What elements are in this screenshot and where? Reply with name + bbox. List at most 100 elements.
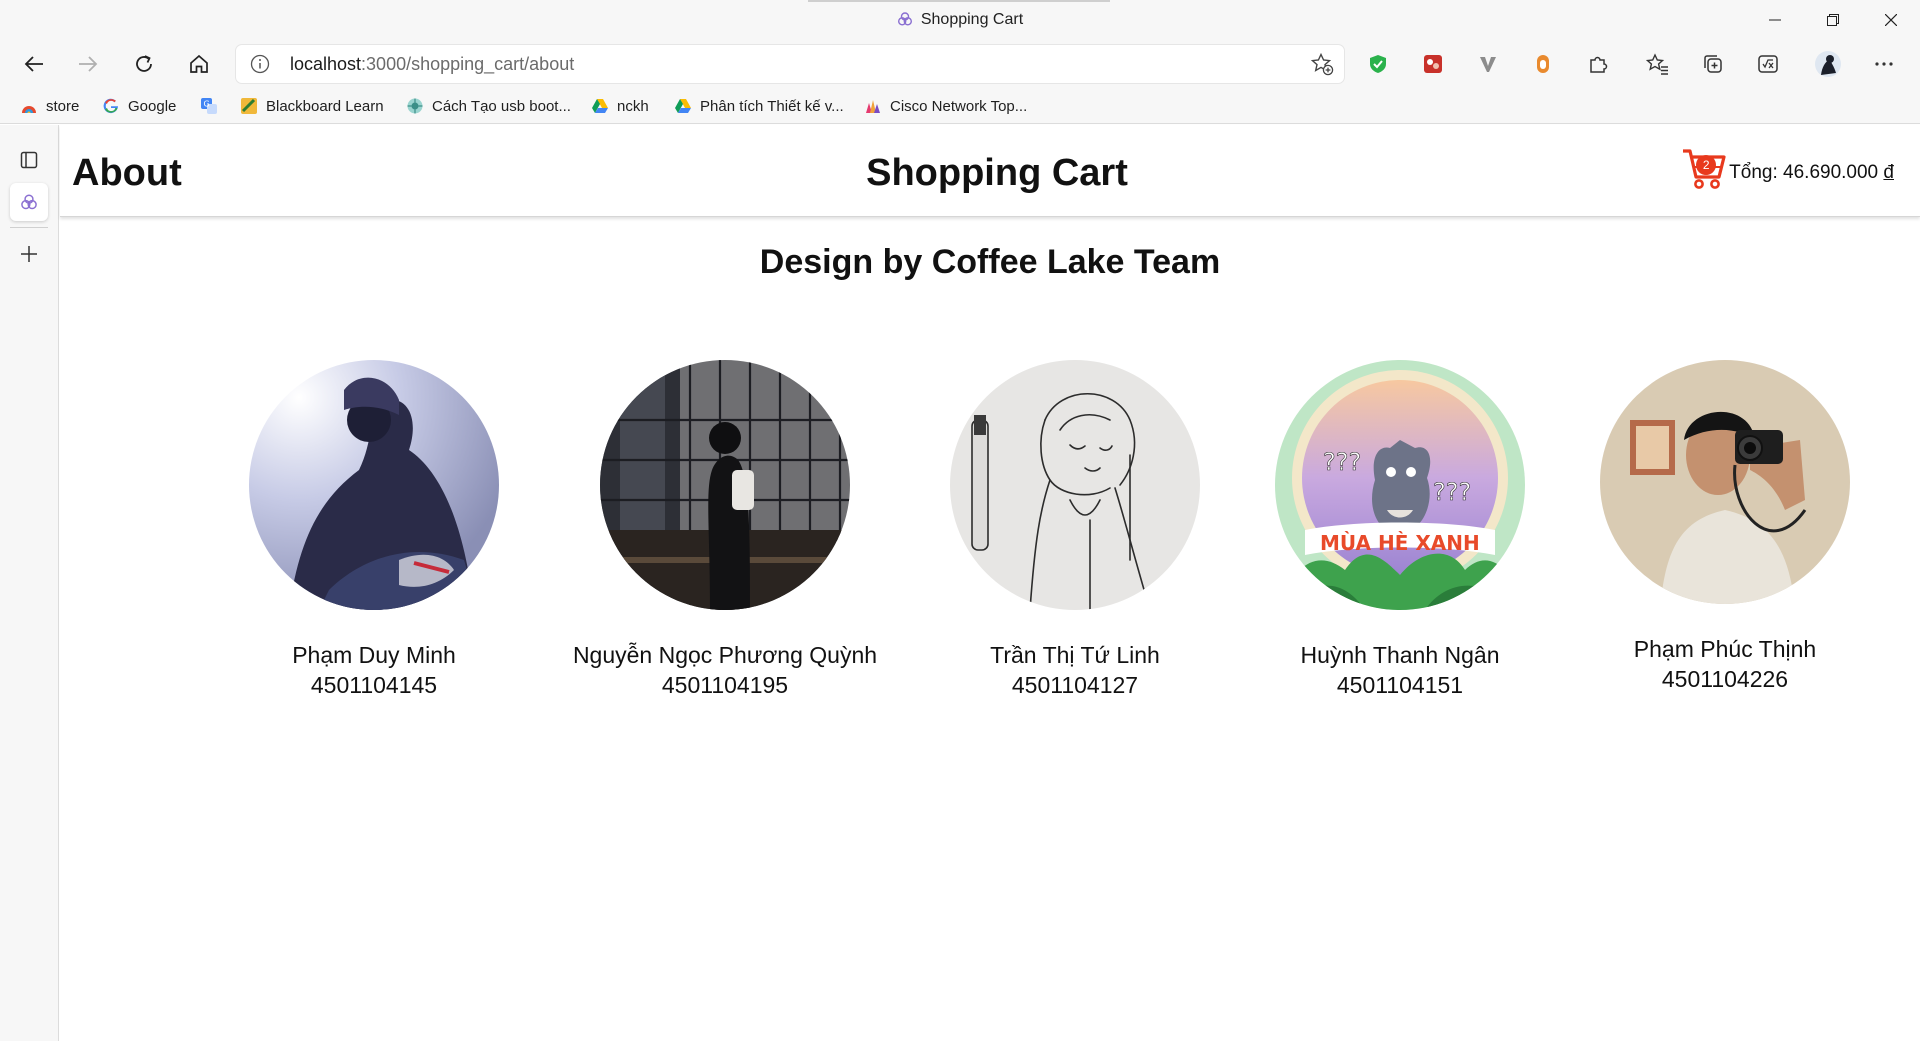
extension-shield-button[interactable] (1360, 46, 1396, 82)
bookmark-google[interactable]: Google (102, 95, 176, 117)
avatar (1815, 51, 1841, 77)
photo-caption-q1: ??? (1323, 448, 1361, 476)
restore-button[interactable] (1806, 0, 1860, 40)
puzzle-icon (1590, 56, 1608, 73)
tabs-icon (20, 151, 38, 169)
url-path: :3000/shopping_cart/about (361, 54, 575, 74)
new-tab-button[interactable] (10, 235, 48, 273)
window-title: Shopping Cart (0, 11, 1920, 29)
collections-button[interactable] (1695, 46, 1731, 82)
member-name: Phạm Phúc Thịnh (1633, 636, 1817, 662)
close-window-button[interactable] (1864, 0, 1918, 40)
add-favorite-icon[interactable] (1310, 52, 1334, 76)
member-name: Huỳnh Thanh Ngân (1300, 642, 1500, 668)
member-photo-image: ??? ??? MÙA HÈ XANH (1275, 360, 1525, 610)
arrow-right-icon (79, 56, 98, 72)
cart-summary[interactable]: 2 Tổng: 46.690.000 đ (1681, 147, 1894, 191)
bookmark-usb-boot[interactable]: Cách Tạo usb boot... (406, 95, 571, 117)
app-logo-icon (897, 12, 912, 26)
math-solver-icon (1758, 55, 1778, 73)
member-id: 4501104151 (1336, 672, 1464, 698)
sidebar-divider (10, 227, 48, 228)
member-id: 4501104127 (1011, 672, 1139, 698)
puzzle-red-icon (1424, 55, 1442, 73)
info-icon[interactable] (250, 54, 270, 74)
extensions-button[interactable] (1580, 46, 1616, 82)
usb-icon (407, 98, 423, 114)
member-photo (600, 360, 850, 610)
more-icon (1875, 62, 1893, 66)
minimize-button[interactable] (1748, 0, 1802, 40)
v-logo-icon (1480, 57, 1496, 72)
back-button[interactable] (16, 46, 52, 82)
browser-toolbar: localhost:3000/shopping_cart/about (0, 40, 1920, 88)
restore-icon (1827, 14, 1839, 26)
svg-text:G: G (204, 100, 210, 109)
member-name: Nguyễn Ngọc Phương Quỳnh (572, 642, 878, 668)
sidebar-tab-shopping-cart[interactable] (10, 183, 48, 221)
member-name: Trần Thị Tứ Linh (990, 642, 1160, 668)
url-host: localhost (290, 54, 362, 74)
bookmark-phan-tich[interactable]: Phân tích Thiết kế v... (674, 95, 844, 117)
cisco-icon (866, 100, 880, 113)
favorites-button[interactable] (1640, 46, 1676, 82)
extension-red-button[interactable] (1415, 46, 1451, 82)
active-tab-indicator (808, 0, 1110, 2)
extension-v-button[interactable] (1470, 46, 1506, 82)
team-member-card: Nguyễn Ngọc Phương Quỳnh 4501104195 (565, 360, 885, 700)
member-name: Phạm Duy Minh (292, 642, 456, 668)
drive-icon (675, 99, 691, 113)
orange-badge-icon (1537, 55, 1549, 73)
member-photo (249, 360, 499, 610)
member-photo (1600, 360, 1850, 604)
favorites-icon (1646, 53, 1668, 75)
member-id: 4501104145 (310, 672, 438, 698)
profile-button[interactable] (1810, 46, 1846, 82)
refresh-button[interactable] (126, 46, 162, 82)
member-id: 4501104226 (1661, 666, 1789, 692)
photo-caption-q2: ??? (1433, 478, 1471, 506)
member-id: 4501104195 (661, 672, 789, 698)
bookmark-blackboard[interactable]: Blackboard Learn (240, 95, 384, 117)
team-heading: Design by Coffee Lake Team (759, 243, 1221, 281)
member-photo: ??? ??? MÙA HÈ XANH (1275, 360, 1525, 610)
member-photo-image (600, 360, 850, 610)
url-text[interactable]: localhost:3000/shopping_cart/about (290, 54, 574, 75)
settings-more-button[interactable] (1866, 46, 1902, 82)
cart-total: Tổng: 46.690.000 đ (1729, 162, 1894, 184)
plus-icon (21, 246, 37, 262)
bookmark-label: Cách Tạo usb boot... (432, 97, 571, 115)
page-content: About Shopping Cart 2 Tổng: 46.690.000 đ… (60, 125, 1920, 1041)
currency-symbol: đ (1883, 162, 1894, 183)
address-bar[interactable]: localhost:3000/shopping_cart/about (236, 45, 1344, 83)
bookmark-store[interactable]: store (20, 95, 79, 117)
home-button[interactable] (181, 46, 217, 82)
window-title-text: Shopping Cart (920, 11, 1024, 28)
blackboard-icon (241, 98, 257, 114)
window-titlebar: Shopping Cart (0, 0, 1920, 40)
cart-button[interactable]: 2 (1681, 147, 1727, 191)
collections-icon (1704, 55, 1722, 73)
photo-banner-text: MÙA HÈ XANH (1320, 531, 1480, 555)
close-icon (1885, 14, 1897, 26)
bookmark-cisco[interactable]: Cisco Network Top... (864, 95, 1027, 117)
arrow-left-icon (24, 56, 43, 72)
translate-icon: G (201, 98, 217, 114)
tab-actions-button[interactable] (10, 141, 48, 179)
member-photo-image (950, 360, 1200, 610)
bookmark-label: store (46, 97, 80, 115)
team-member-card: Phạm Duy Minh 4501104145 (214, 360, 534, 700)
forward-button[interactable] (70, 46, 106, 82)
bookmark-nckh[interactable]: nckh (591, 95, 649, 117)
site-header: About Shopping Cart 2 Tổng: 46.690.000 đ (60, 125, 1920, 217)
team-member-card: ??? ??? MÙA HÈ XANH Huỳnh Thanh Ngân 450… (1240, 360, 1560, 700)
team-member-card: Trần Thị Tứ Linh 4501104127 (915, 360, 1235, 700)
math-solver-button[interactable] (1750, 46, 1786, 82)
bookmark-translate[interactable]: G (200, 95, 226, 117)
bookmark-label: Phân tích Thiết kế v... (700, 97, 844, 115)
bookmark-label: nckh (617, 97, 649, 115)
app-logo-icon (21, 194, 37, 210)
site-title[interactable]: Shopping Cart (60, 152, 1920, 195)
cart-total-text: Tổng: 46.690.000 (1729, 162, 1884, 183)
extension-orange-button[interactable] (1525, 46, 1561, 82)
